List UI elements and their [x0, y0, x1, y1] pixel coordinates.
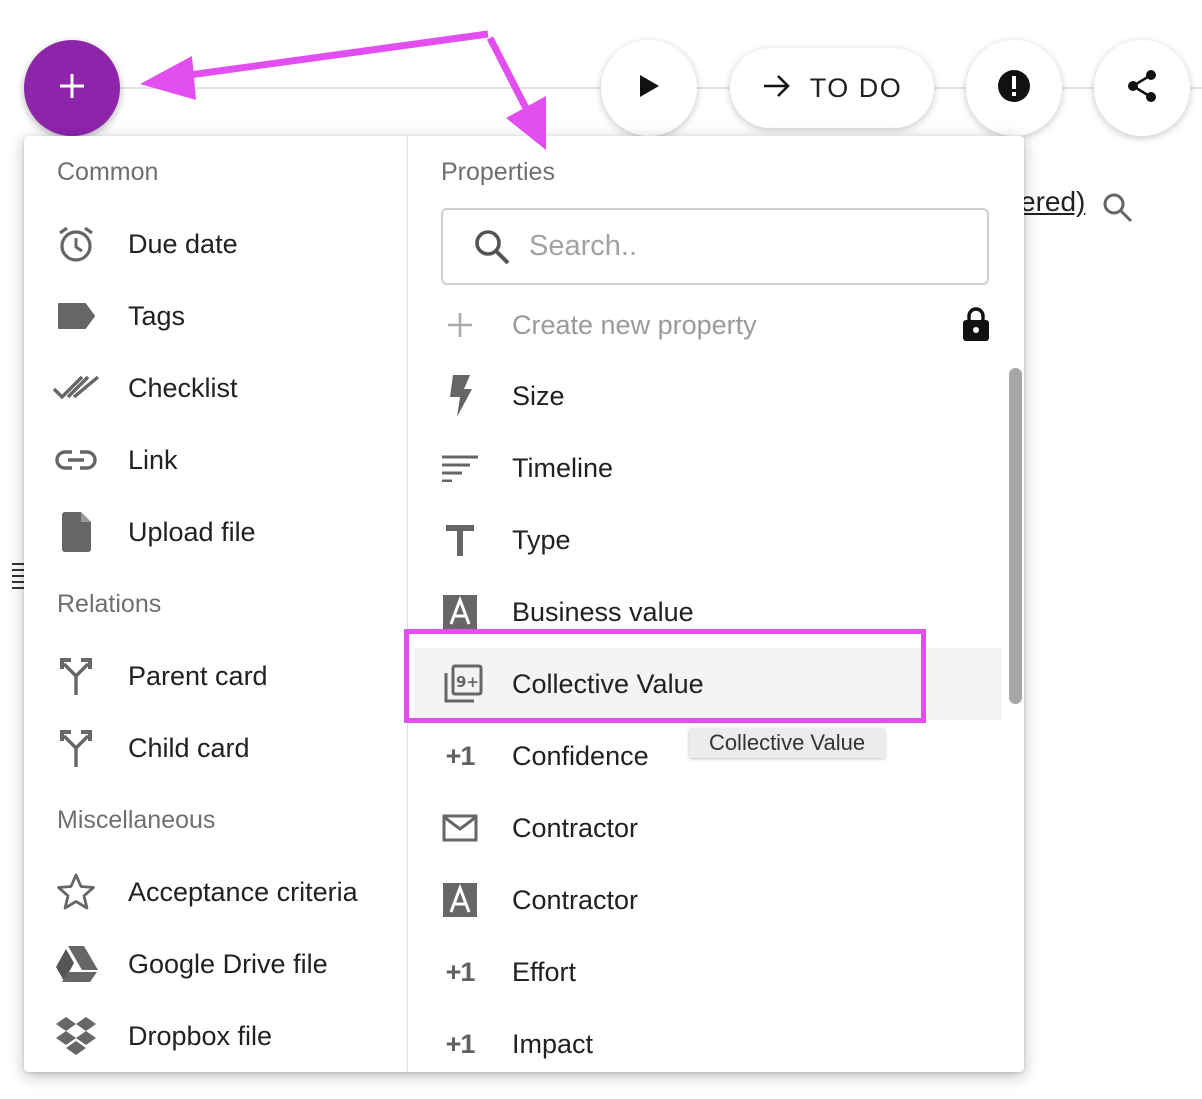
tooltip: Collective Value [689, 728, 885, 758]
text-t-icon [408, 523, 512, 557]
plus-one-icon: +1 [445, 740, 476, 771]
sort-lines-icon [408, 454, 512, 482]
add-field-menu: Common Due date Tags Checklist Link Uplo… [24, 136, 1024, 1072]
tag-icon [24, 302, 128, 330]
alarm-clock-icon [24, 224, 128, 264]
plus-one-icon: +1 [445, 1028, 476, 1059]
section-title-miscellaneous: Miscellaneous [57, 806, 216, 834]
add-button[interactable] [24, 40, 120, 136]
letter-a-box-icon [408, 594, 512, 630]
nine-plus-icon: 9+ [414, 664, 512, 704]
property-search-field[interactable] [441, 208, 989, 285]
background-search-icon[interactable] [1102, 192, 1134, 229]
menu-item-acceptance-criteria[interactable]: Acceptance criteria [24, 856, 407, 928]
property-item-timeline[interactable]: Timeline [408, 432, 1024, 504]
plus-icon [408, 312, 512, 338]
arrow-right-icon [762, 73, 792, 104]
menu-item-checklist[interactable]: Checklist [24, 352, 407, 424]
dropbox-icon [24, 1015, 128, 1057]
property-item-type[interactable]: Type [408, 504, 1024, 576]
menu-right-column: Properties Create new property Size [408, 136, 1024, 1072]
play-button[interactable] [601, 40, 697, 136]
alert-button[interactable] [966, 40, 1062, 136]
play-icon [637, 73, 661, 104]
property-item-business-value[interactable]: Business value [408, 576, 1024, 648]
section-title-properties: Properties [441, 158, 555, 186]
arrow-annotation [140, 30, 546, 150]
property-item-impact[interactable]: +1 Impact [408, 1008, 1024, 1072]
lightning-icon [408, 374, 512, 418]
menu-left-column: Common Due date Tags Checklist Link Uplo… [24, 136, 408, 1072]
menu-item-tags[interactable]: Tags [24, 280, 407, 352]
menu-item-due-date[interactable]: Due date [24, 208, 407, 280]
section-title-relations: Relations [57, 590, 162, 618]
property-item-contractor-email[interactable]: Contractor [408, 792, 1024, 864]
property-item-collective-value[interactable]: 9+ Collective Value [414, 648, 1002, 720]
merge-arrows-icon [24, 728, 128, 768]
status-button[interactable]: TO DO [730, 48, 934, 128]
menu-item-child-card[interactable]: Child card [24, 712, 407, 784]
search-icon [473, 228, 511, 266]
lock-icon [962, 306, 990, 347]
status-label: TO DO [809, 72, 903, 103]
property-item-contractor-text[interactable]: Contractor [408, 864, 1024, 936]
create-new-property[interactable]: Create new property [408, 289, 1010, 361]
menu-item-dropbox-file[interactable]: Dropbox file [24, 1000, 407, 1072]
envelope-icon [408, 814, 512, 842]
double-check-icon [24, 373, 128, 403]
star-outline-icon [24, 872, 128, 912]
menu-item-link[interactable]: Link [24, 424, 407, 496]
section-title-common: Common [57, 158, 159, 186]
property-item-size[interactable]: Size [408, 360, 1024, 432]
svg-text:9+: 9+ [456, 673, 479, 691]
property-item-effort[interactable]: +1 Effort [408, 936, 1024, 1008]
plus-icon [57, 71, 87, 106]
google-drive-icon [24, 945, 128, 983]
menu-item-parent-card[interactable]: Parent card [24, 640, 407, 712]
merge-arrows-icon [24, 656, 128, 696]
exclamation-circle-icon [997, 69, 1031, 108]
menu-item-google-drive-file[interactable]: Google Drive file [24, 928, 407, 1000]
plus-one-icon: +1 [445, 956, 476, 987]
file-icon [24, 511, 128, 553]
background-link[interactable]: ered) [1020, 186, 1085, 218]
letter-a-box-icon [408, 882, 512, 918]
share-icon [1126, 69, 1158, 108]
menu-item-upload-file[interactable]: Upload file [24, 496, 407, 568]
share-button[interactable] [1094, 40, 1190, 136]
drag-handle-icon[interactable] [12, 563, 24, 593]
search-input[interactable] [527, 229, 951, 264]
link-icon [24, 448, 128, 472]
